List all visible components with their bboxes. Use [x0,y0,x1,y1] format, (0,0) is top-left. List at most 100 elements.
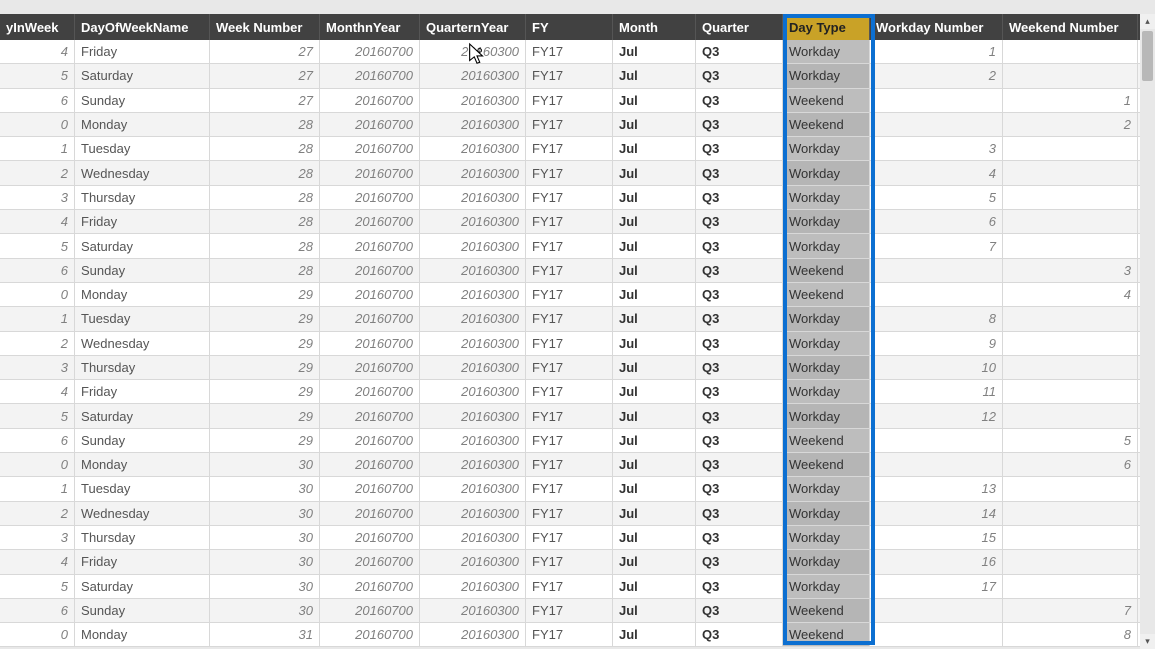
column-header-monthnYear[interactable]: MonthnYear [320,14,420,40]
cell-month[interactable]: Jul [613,259,696,282]
cell-quarternYear[interactable]: 20160300 [420,356,526,379]
cell-quarternYear[interactable]: 20160300 [420,283,526,306]
cell-dayOfWeekName[interactable]: Thursday [75,186,210,209]
cell-weekendNumber[interactable] [1003,575,1138,598]
cell-quarternYear[interactable]: 20160300 [420,526,526,549]
cell-quarternYear[interactable]: 20160300 [420,429,526,452]
cell-month[interactable]: Jul [613,429,696,452]
cell-quarter[interactable]: Q3 [696,186,783,209]
cell-weekNumber[interactable]: 30 [210,575,320,598]
table-row[interactable]: 0Monday302016070020160300FY17JulQ3Weeken… [0,453,1140,477]
table-row[interactable]: 4Friday282016070020160300FY17JulQ3Workda… [0,210,1140,234]
table-row[interactable]: 6Sunday292016070020160300FY17JulQ3Weeken… [0,429,1140,453]
cell-dayOfWeekName[interactable]: Friday [75,380,210,403]
cell-quarter[interactable]: Q3 [696,64,783,87]
cell-monthnYear[interactable]: 20160700 [320,234,420,257]
cell-weekNumber[interactable]: 29 [210,404,320,427]
cell-quarter[interactable]: Q3 [696,453,783,476]
cell-quarternYear[interactable]: 20160300 [420,89,526,112]
cell-monthnYear[interactable]: 20160700 [320,40,420,63]
cell-quarter[interactable]: Q3 [696,502,783,525]
cell-quarternYear[interactable]: 20160300 [420,453,526,476]
cell-workdayNumber[interactable] [870,453,1003,476]
cell-fy[interactable]: FY17 [526,623,613,646]
cell-dayInWeek[interactable]: 3 [0,186,75,209]
cell-dayOfWeekName[interactable]: Monday [75,623,210,646]
cell-dayInWeek[interactable]: 1 [0,307,75,330]
cell-dayType[interactable]: Workday [783,575,870,598]
cell-fy[interactable]: FY17 [526,210,613,233]
cell-fy[interactable]: FY17 [526,356,613,379]
cell-quarter[interactable]: Q3 [696,599,783,622]
scroll-down-arrow-icon[interactable]: ▾ [1140,634,1155,649]
cell-weekendNumber[interactable] [1003,161,1138,184]
column-header-month[interactable]: Month [613,14,696,40]
cell-fy[interactable]: FY17 [526,186,613,209]
cell-dayInWeek[interactable]: 0 [0,623,75,646]
cell-dayType[interactable]: Workday [783,380,870,403]
cell-monthnYear[interactable]: 20160700 [320,186,420,209]
cell-monthnYear[interactable]: 20160700 [320,477,420,500]
cell-month[interactable]: Jul [613,137,696,160]
cell-fy[interactable]: FY17 [526,429,613,452]
cell-dayType[interactable]: Weekend [783,283,870,306]
cell-dayInWeek[interactable]: 6 [0,599,75,622]
cell-fy[interactable]: FY17 [526,453,613,476]
cell-quarter[interactable]: Q3 [696,40,783,63]
cell-quarter[interactable]: Q3 [696,210,783,233]
cell-dayOfWeekName[interactable]: Friday [75,550,210,573]
table-row[interactable]: 5Saturday302016070020160300FY17JulQ3Work… [0,575,1140,599]
cell-monthnYear[interactable]: 20160700 [320,623,420,646]
cell-workdayNumber[interactable]: 11 [870,380,1003,403]
cell-month[interactable]: Jul [613,599,696,622]
cell-weekendNumber[interactable]: 2 [1003,113,1138,136]
cell-workdayNumber[interactable] [870,259,1003,282]
cell-monthnYear[interactable]: 20160700 [320,113,420,136]
cell-weekNumber[interactable]: 28 [210,161,320,184]
cell-quarter[interactable]: Q3 [696,623,783,646]
cell-workdayNumber[interactable] [870,89,1003,112]
cell-dayInWeek[interactable]: 6 [0,89,75,112]
cell-fy[interactable]: FY17 [526,259,613,282]
cell-weekendNumber[interactable] [1003,210,1138,233]
cell-month[interactable]: Jul [613,210,696,233]
cell-monthnYear[interactable]: 20160700 [320,137,420,160]
cell-weekNumber[interactable]: 28 [210,137,320,160]
cell-dayInWeek[interactable]: 6 [0,259,75,282]
cell-weekNumber[interactable]: 29 [210,380,320,403]
cell-workdayNumber[interactable]: 5 [870,186,1003,209]
cell-fy[interactable]: FY17 [526,599,613,622]
cell-quarternYear[interactable]: 20160300 [420,599,526,622]
cell-quarternYear[interactable]: 20160300 [420,161,526,184]
cell-quarter[interactable]: Q3 [696,89,783,112]
cell-quarter[interactable]: Q3 [696,477,783,500]
cell-quarternYear[interactable]: 20160300 [420,380,526,403]
cell-dayOfWeekName[interactable]: Wednesday [75,332,210,355]
cell-weekendNumber[interactable]: 7 [1003,599,1138,622]
cell-quarternYear[interactable]: 20160300 [420,477,526,500]
table-row[interactable]: 5Saturday282016070020160300FY17JulQ3Work… [0,234,1140,258]
cell-workdayNumber[interactable]: 14 [870,502,1003,525]
cell-dayOfWeekName[interactable]: Sunday [75,259,210,282]
cell-fy[interactable]: FY17 [526,502,613,525]
table-row[interactable]: 1Tuesday302016070020160300FY17JulQ3Workd… [0,477,1140,501]
cell-weekNumber[interactable]: 29 [210,429,320,452]
table-row[interactable]: 4Friday272016070020160300FY17JulQ3Workda… [0,40,1140,64]
cell-weekendNumber[interactable]: 3 [1003,259,1138,282]
scrollbar-track[interactable] [1140,29,1155,634]
table-row[interactable]: 0Monday312016070020160300FY17JulQ3Weeken… [0,623,1140,647]
column-header-weekendNumber[interactable]: Weekend Number [1003,14,1138,40]
cell-month[interactable]: Jul [613,356,696,379]
cell-fy[interactable]: FY17 [526,283,613,306]
cell-quarternYear[interactable]: 20160300 [420,307,526,330]
cell-dayOfWeekName[interactable]: Thursday [75,526,210,549]
cell-weekNumber[interactable]: 27 [210,89,320,112]
cell-dayInWeek[interactable]: 5 [0,234,75,257]
cell-quarternYear[interactable]: 20160300 [420,623,526,646]
column-header-weekNumber[interactable]: Week Number [210,14,320,40]
cell-quarternYear[interactable]: 20160300 [420,332,526,355]
cell-workdayNumber[interactable]: 8 [870,307,1003,330]
cell-quarter[interactable]: Q3 [696,404,783,427]
cell-month[interactable]: Jul [613,234,696,257]
cell-weekNumber[interactable]: 30 [210,502,320,525]
